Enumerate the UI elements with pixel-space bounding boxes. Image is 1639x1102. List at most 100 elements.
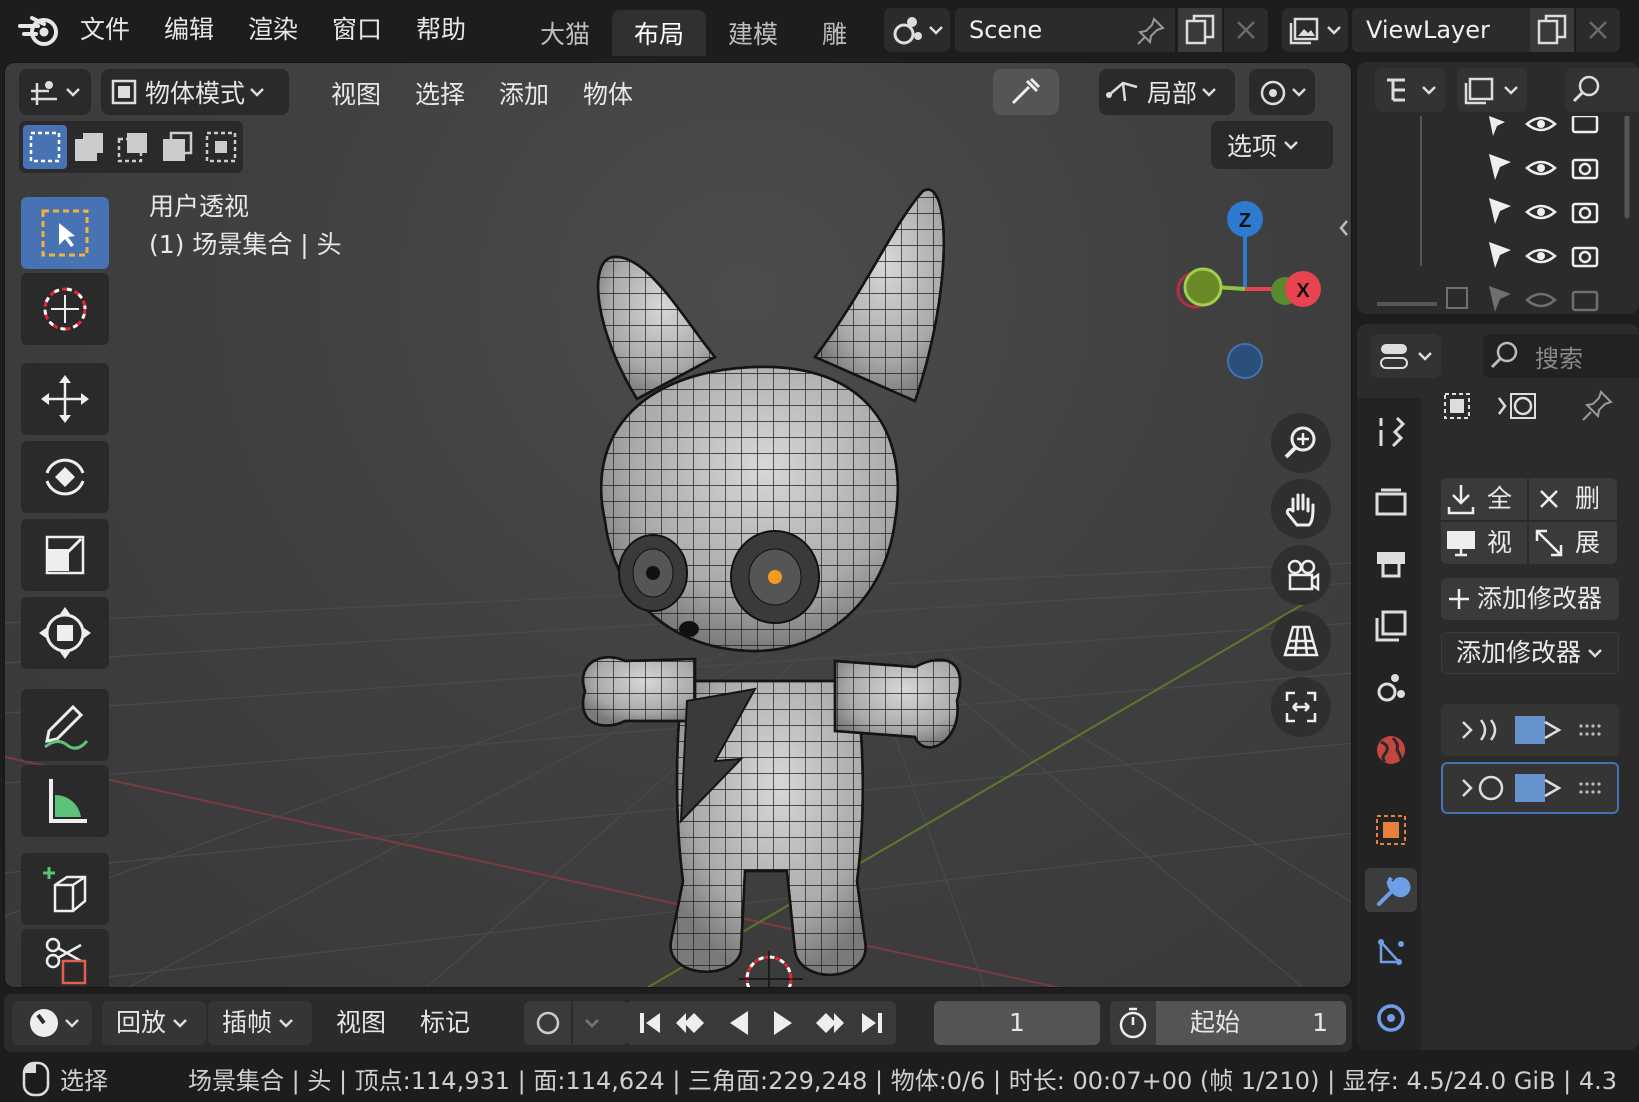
tab-render[interactable]: [1369, 480, 1413, 524]
eyedropper-button[interactable]: [993, 69, 1059, 115]
prev-keyframe-icon[interactable]: [676, 1013, 704, 1033]
view-layer-name-field[interactable]: ViewLayer: [1352, 8, 1530, 52]
drag-handle-icon[interactable]: [1579, 724, 1601, 736]
measure-tool[interactable]: [21, 765, 109, 837]
timeline-menu-view[interactable]: 视图: [336, 1001, 386, 1045]
modifier-item-2[interactable]: [1441, 762, 1619, 814]
move-tool[interactable]: [21, 363, 109, 435]
next-keyframe-icon[interactable]: [816, 1013, 844, 1033]
scene-type-dropdown[interactable]: [884, 8, 950, 52]
outliner-search[interactable]: [1565, 68, 1639, 112]
tab-object[interactable]: [1369, 808, 1413, 852]
tab-scene[interactable]: [1369, 666, 1413, 710]
tab-physics[interactable]: [1369, 992, 1413, 1036]
tab-view-layer[interactable]: [1369, 604, 1413, 648]
add-modifier-dropdown[interactable]: 添加修改器: [1441, 632, 1619, 674]
mode-dropdown[interactable]: 物体模式: [101, 69, 289, 115]
jump-end-icon[interactable]: [862, 1013, 882, 1033]
apply-all-button[interactable]: 全: [1441, 478, 1527, 520]
annotate-tool[interactable]: [21, 689, 109, 761]
duplicate-scene-button[interactable]: [1178, 8, 1222, 52]
modifier-item-1[interactable]: [1441, 704, 1619, 756]
timeline-menu-marker[interactable]: 标记: [420, 1001, 470, 1045]
play-icon[interactable]: [774, 1011, 792, 1035]
transform-tool[interactable]: [21, 597, 109, 669]
tab-layout[interactable]: 布局: [612, 10, 707, 56]
add-modifier-button[interactable]: 添加修改器: [1441, 578, 1619, 620]
auto-key-toggle[interactable]: [524, 1001, 628, 1045]
keying-dropdown[interactable]: 插帧: [208, 1001, 312, 1045]
select-extend-button[interactable]: [67, 125, 111, 169]
expand-all-button[interactable]: 展: [1529, 522, 1617, 564]
tab-world[interactable]: [1369, 728, 1413, 772]
expand-chevron-icon[interactable]: [1462, 779, 1473, 797]
add-cube-tool[interactable]: [21, 853, 109, 925]
rotate-tool[interactable]: [21, 441, 109, 513]
delete-all-button[interactable]: 删: [1529, 478, 1617, 520]
timeline-editor-type[interactable]: [12, 1001, 92, 1045]
camera-render-icon[interactable]: [1571, 116, 1599, 268]
select-intersect-button[interactable]: [199, 125, 243, 169]
menu-render[interactable]: 渲染: [248, 10, 298, 50]
expand-chevron-icon[interactable]: [1462, 721, 1473, 739]
menu-file[interactable]: 文件: [80, 10, 130, 50]
scale-tool[interactable]: [21, 519, 109, 591]
3d-viewport[interactable]: 物体模式 视图 选择 添加 物体 局部 选项 用户透视 (1) 场景集合 | 头: [4, 62, 1352, 988]
select-subtract-button[interactable]: [111, 125, 155, 169]
outliner-filter-dropdown[interactable]: [1457, 68, 1527, 112]
character-mesh[interactable]: [565, 181, 1035, 988]
blender-logo-icon[interactable]: [18, 12, 62, 48]
pin-icon[interactable]: [1136, 16, 1166, 46]
tab-particles[interactable]: [1369, 930, 1413, 974]
cursor-tool[interactable]: [21, 273, 109, 345]
y-axis-icon[interactable]: [1183, 267, 1223, 307]
disabled-row[interactable]: [1446, 286, 1599, 312]
start-frame-field[interactable]: 起始 1: [1156, 1001, 1346, 1045]
tab-modifiers[interactable]: [1365, 868, 1417, 912]
modifier-toggle-icon[interactable]: [1515, 774, 1545, 802]
jump-start-icon[interactable]: [640, 1013, 660, 1033]
delete-scene-button[interactable]: [1224, 8, 1268, 52]
delete-view-layer-button[interactable]: [1576, 8, 1620, 52]
modifier-toggle-icon[interactable]: [1515, 716, 1545, 744]
neg-z-axis-icon[interactable]: [1227, 343, 1263, 379]
menu-add[interactable]: 添加: [499, 75, 549, 111]
select-box-tool[interactable]: [21, 197, 109, 269]
outliner-display-mode-dropdown[interactable]: [1375, 68, 1445, 112]
drag-handle-icon[interactable]: [1579, 782, 1601, 794]
menu-view[interactable]: 视图: [331, 75, 381, 111]
select-new-button[interactable]: [23, 125, 67, 169]
perspective-toggle-button[interactable]: [1271, 611, 1331, 671]
playback-dropdown[interactable]: 回放: [102, 1001, 206, 1045]
tab-output[interactable]: [1369, 542, 1413, 586]
zoom-button[interactable]: [1271, 413, 1331, 473]
transform-orientation-dropdown[interactable]: 局部: [1099, 69, 1235, 115]
menu-window[interactable]: 窗口: [332, 10, 382, 50]
camera-view-button[interactable]: [1271, 545, 1331, 605]
view-layer-dropdown[interactable]: [1282, 8, 1348, 52]
tab-tool[interactable]: [1369, 410, 1413, 454]
duplicate-view-layer-button[interactable]: [1530, 8, 1574, 52]
select-invert-button[interactable]: [155, 125, 199, 169]
tab-sculpting[interactable]: 雕刻: [800, 10, 862, 56]
menu-object[interactable]: 物体: [583, 75, 633, 111]
current-frame-field[interactable]: 1: [934, 1001, 1100, 1045]
frame-selected-button[interactable]: [1271, 677, 1331, 737]
pan-button[interactable]: [1271, 479, 1331, 539]
navigation-gizmo[interactable]: X Z: [1155, 193, 1352, 393]
menu-select[interactable]: 选择: [415, 75, 465, 111]
menu-edit[interactable]: 编辑: [164, 10, 214, 50]
options-dropdown[interactable]: 选项: [1211, 121, 1333, 169]
play-reverse-icon[interactable]: [730, 1011, 748, 1035]
knife-tool[interactable]: [21, 929, 109, 987]
viewport-toggle-button[interactable]: 视: [1441, 522, 1527, 564]
editor-type-dropdown[interactable]: [19, 69, 91, 115]
tab-dacat[interactable]: 大猫: [518, 10, 612, 56]
properties-search[interactable]: 搜索: [1483, 334, 1639, 378]
menu-help[interactable]: 帮助: [416, 10, 466, 50]
pin-icon[interactable]: [1579, 386, 1615, 426]
pivot-point-dropdown[interactable]: [1249, 69, 1315, 115]
eye-icon[interactable]: [1525, 116, 1557, 264]
outliner-row-icons[interactable]: [1489, 116, 1511, 268]
tab-modeling[interactable]: 建模: [706, 10, 800, 56]
